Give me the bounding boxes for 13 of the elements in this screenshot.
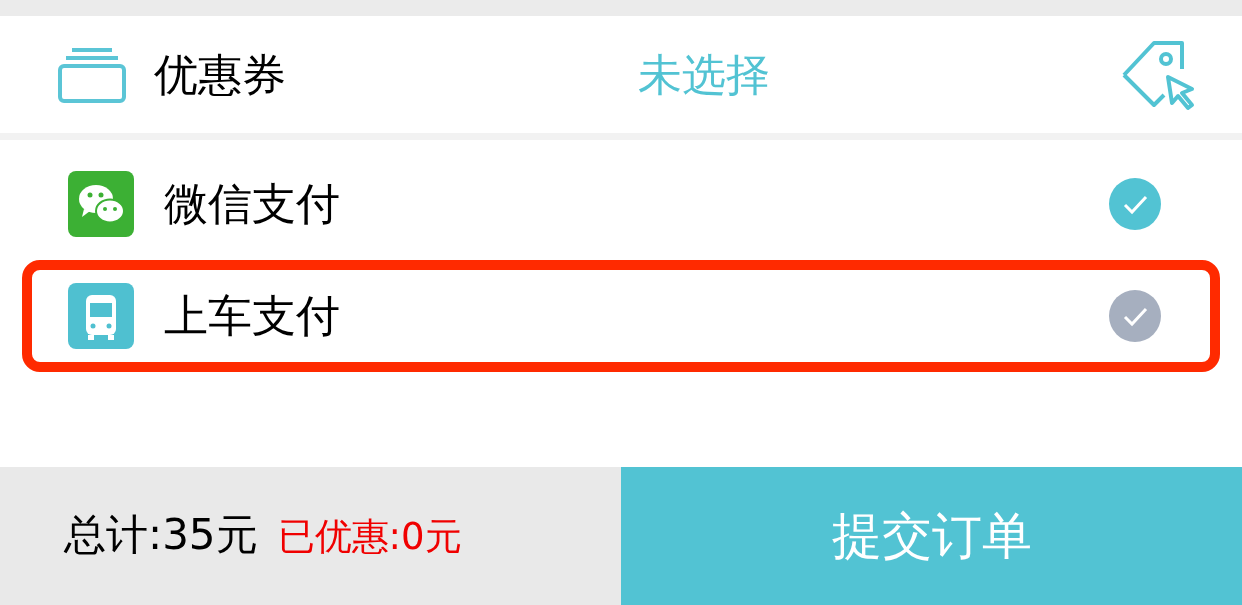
total-text: 总计:35元 [64, 509, 258, 561]
tag-cursor-icon[interactable] [1120, 38, 1196, 111]
bus-icon [68, 283, 134, 349]
coupon-label: 优惠券 [154, 47, 286, 102]
payment-label: 微信支付 [164, 177, 340, 231]
check-icon[interactable] [1108, 289, 1162, 343]
payment-label: 上车支付 [164, 289, 340, 343]
discount-text: 已优惠:0元 [277, 514, 462, 560]
payment-option[interactable]: 上车支付 [22, 260, 1220, 372]
card-stack-icon [58, 46, 126, 103]
chat-bubbles-icon [68, 171, 134, 237]
check-icon[interactable] [1108, 177, 1162, 231]
payment-option[interactable]: 微信支付 [22, 148, 1220, 260]
